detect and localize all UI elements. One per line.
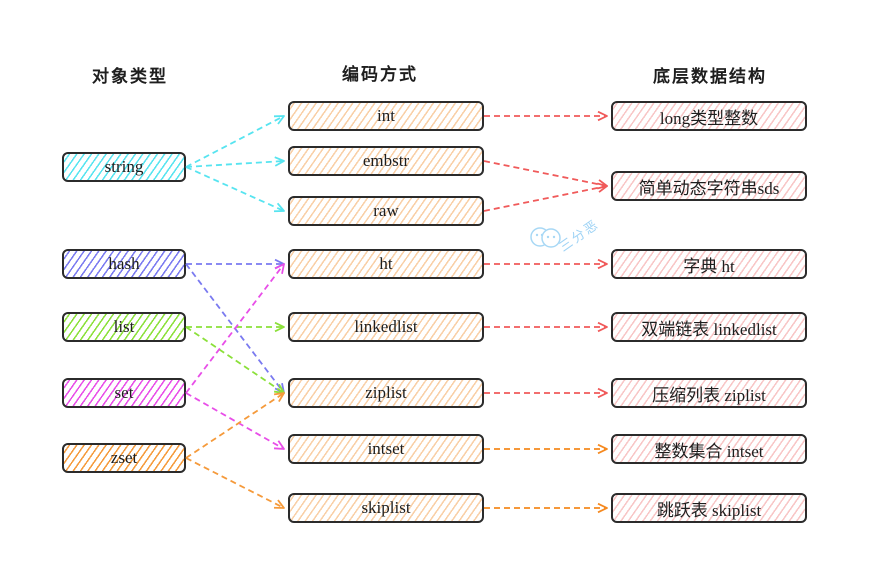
structure-sds[interactable]: 简单动态字符串sds [611, 171, 807, 201]
structure-dict-label: 字典 ht [683, 256, 735, 276]
object-type-hash-label: hash [108, 254, 140, 273]
encoding-ht-label: ht [379, 254, 393, 273]
arrow-list-to-ziplist [185, 326, 285, 394]
structure-sds-label: 简单动态字符串sds [638, 178, 780, 198]
encoding-intset-label: intset [367, 439, 405, 458]
arrow-string-to-raw [185, 166, 285, 212]
arrow-string-to-int [185, 115, 285, 168]
structure-long-label: long类型整数 [659, 108, 759, 128]
arrow-raw-to-sds [483, 185, 608, 212]
structure-slist-label: 跳跃表 skiplist [656, 500, 762, 520]
arrow-zset-to-ziplist [185, 392, 285, 459]
arrow-zset-to-skiplist [185, 457, 285, 509]
structure-iset-label: 整数集合 intset [654, 441, 764, 461]
encoding-skiplist-label: skiplist [361, 498, 411, 517]
encoding-int-label: int [377, 106, 395, 125]
encoding-raw-label: raw [373, 201, 399, 220]
object-type-string-label: string [104, 157, 144, 176]
object-type-list-label: list [113, 317, 135, 336]
structure-zlist-label: 压缩列表 ziplist [652, 385, 766, 405]
arrow-embstr-to-sds [483, 160, 608, 187]
arrow-string-to-embstr [185, 160, 285, 168]
structure-dlist-label: 双端链表 linkedlist [641, 319, 777, 339]
object-type-set-label: set [114, 383, 134, 402]
encoding-linkedlist-label: linkedlist [354, 317, 418, 336]
arrow-set-to-intset [185, 392, 285, 450]
connector-layer [185, 110, 608, 514]
arrowhead-string-to-raw [273, 202, 285, 213]
object-type-zset-label: zset [110, 448, 138, 467]
encoding-embstr-label: embstr [362, 151, 410, 170]
encoding-ziplist-label: ziplist [365, 383, 407, 402]
